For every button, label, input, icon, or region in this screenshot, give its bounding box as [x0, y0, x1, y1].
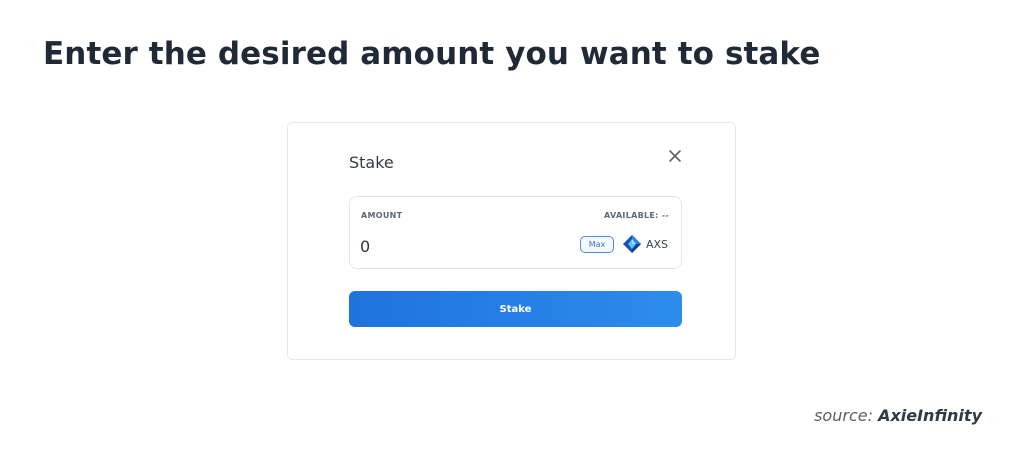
close-icon: [669, 150, 681, 162]
page-headline: Enter the desired amount you want to sta…: [43, 36, 821, 72]
source-brand: AxieInfinity: [878, 406, 982, 425]
source-credit: source: AxieInfinity: [814, 406, 982, 425]
page: Enter the desired amount you want to sta…: [0, 0, 1024, 473]
token-symbol: AXS: [646, 237, 669, 251]
max-button[interactable]: Max: [580, 236, 614, 253]
stake-button[interactable]: Stake: [349, 291, 682, 327]
token-selector: AXS: [622, 234, 668, 254]
modal-title: Stake: [349, 153, 394, 172]
amount-input[interactable]: [360, 235, 560, 257]
axs-token-icon: [623, 235, 641, 253]
close-button[interactable]: [666, 147, 684, 165]
amount-field-box: AMOUNT AVAILABLE: -- Max AXS: [349, 196, 682, 269]
amount-label: AMOUNT: [361, 211, 403, 220]
stake-modal: Stake AMOUNT AVAILABLE: -- Max AXS: [287, 122, 736, 360]
source-prefix: source:: [814, 406, 879, 425]
available-balance: AVAILABLE: --: [604, 211, 669, 220]
